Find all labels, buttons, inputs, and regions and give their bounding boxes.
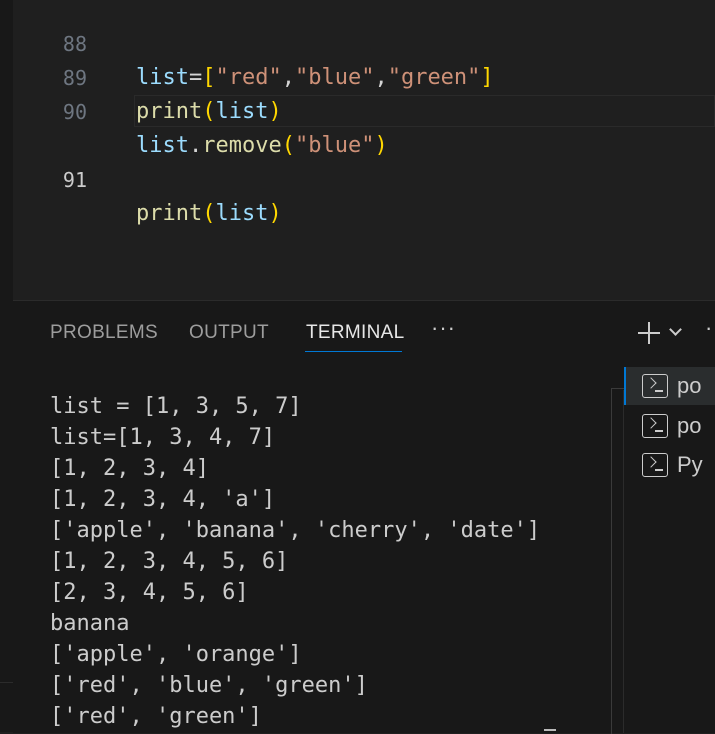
terminal-line: [1, 2, 3, 4, 'a'] bbox=[50, 487, 276, 512]
terminal-instance-label: po bbox=[677, 373, 702, 398]
terminal-powershell-icon bbox=[642, 414, 668, 438]
terminal-line: banana bbox=[50, 611, 130, 636]
code-token: list bbox=[136, 133, 189, 158]
current-line-highlight bbox=[134, 95, 715, 127]
chevron-down-icon[interactable] bbox=[669, 323, 682, 336]
code-token: ) bbox=[374, 133, 388, 158]
terminal-instance-list: po po Py bbox=[623, 367, 715, 733]
code-text[interactable]: list.remove("blue") bbox=[136, 129, 388, 163]
terminal-line: ['apple', 'orange'] bbox=[50, 642, 302, 667]
terminal-line: list = [1, 3, 5, 7] bbox=[50, 394, 302, 419]
panel-tab-bar: PROBLEMS OUTPUT TERMINAL ··· · bbox=[13, 301, 715, 363]
code-token: . bbox=[188, 133, 203, 158]
terminal-instance-label: Py bbox=[677, 452, 703, 477]
line-number: 91 bbox=[62, 168, 87, 192]
terminal-instance-item[interactable]: po bbox=[624, 367, 715, 405]
code-token: list bbox=[215, 201, 269, 226]
active-tab-indicator bbox=[305, 351, 402, 352]
terminal-scrollbar[interactable] bbox=[544, 729, 556, 731]
code-token: print bbox=[136, 201, 203, 226]
code-token: "blue" bbox=[294, 133, 375, 158]
terminal-instance-item[interactable]: Py bbox=[624, 446, 715, 484]
code-token: ( bbox=[281, 133, 295, 158]
code-token: ) bbox=[268, 201, 282, 226]
code-line[interactable]: 88 list=["red","blue","green"] bbox=[13, 0, 715, 90]
terminal-instance-item[interactable]: po bbox=[624, 407, 715, 445]
terminal-line: ['apple', 'banana', 'cherry', 'date'] bbox=[50, 518, 541, 543]
terminal-line: list=[1, 3, 4, 7] bbox=[50, 425, 276, 450]
terminal-output[interactable]: list = [1, 3, 5, 7] list=[1, 3, 4, 7] [1… bbox=[13, 363, 611, 733]
terminal-python-icon bbox=[642, 453, 668, 477]
terminal-line: [2, 3, 4, 5, 6] bbox=[50, 580, 249, 605]
more-tabs-icon[interactable]: ··· bbox=[431, 315, 456, 341]
activity-bar-lower-section bbox=[0, 682, 13, 733]
terminal-line: [1, 2, 3, 4] bbox=[50, 456, 209, 481]
current-code-line[interactable]: 91 print(list) bbox=[13, 95, 715, 226]
terminal-powershell-icon bbox=[642, 374, 668, 398]
new-terminal-icon[interactable] bbox=[636, 313, 662, 347]
code-editor[interactable]: 88 list=["red","blue","green"] 89 print(… bbox=[13, 0, 715, 300]
more-actions-icon[interactable]: · bbox=[705, 315, 712, 341]
tab-output[interactable]: OUTPUT bbox=[189, 322, 269, 344]
code-token: remove bbox=[202, 133, 282, 158]
code-token: ( bbox=[202, 201, 216, 226]
tab-problems[interactable]: PROBLEMS bbox=[50, 322, 158, 344]
code-line[interactable]: 89 print(list) bbox=[13, 27, 715, 124]
terminal-instance-label: po bbox=[677, 413, 702, 438]
terminal-line: ['red', 'green'] bbox=[50, 704, 262, 729]
bottom-panel: PROBLEMS OUTPUT TERMINAL ··· · list = [1… bbox=[13, 300, 715, 734]
tab-terminal[interactable]: TERMINAL bbox=[306, 322, 404, 344]
terminal-line: ['red', 'blue', 'green'] bbox=[50, 673, 368, 698]
code-line[interactable]: 90 list.remove("blue") bbox=[13, 61, 715, 158]
activity-bar-edge bbox=[0, 0, 13, 732]
terminal-line: [1, 2, 3, 4, 5, 6] bbox=[50, 549, 289, 574]
code-text[interactable]: print(list) bbox=[136, 197, 282, 231]
